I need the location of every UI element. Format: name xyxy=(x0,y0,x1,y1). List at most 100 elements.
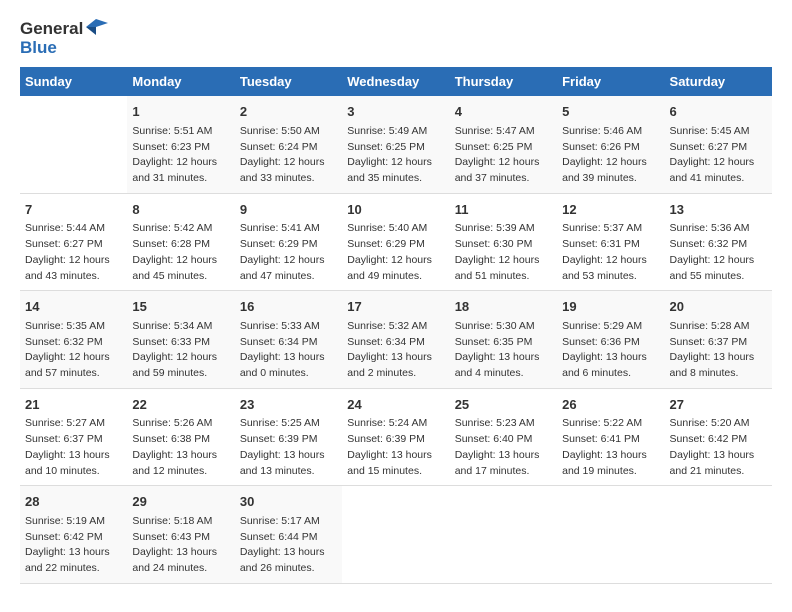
day-info-line: Sunset: 6:37 PM xyxy=(25,432,122,448)
day-info-line: Sunset: 6:30 PM xyxy=(455,237,552,253)
day-of-week-header: Saturday xyxy=(665,67,772,96)
calendar-day-cell: 17Sunrise: 5:32 AMSunset: 6:34 PMDayligh… xyxy=(342,291,449,389)
day-info-line: Daylight: 12 hours xyxy=(25,253,122,269)
calendar-day-cell: 26Sunrise: 5:22 AMSunset: 6:41 PMDayligh… xyxy=(557,388,664,486)
calendar-day-cell: 28Sunrise: 5:19 AMSunset: 6:42 PMDayligh… xyxy=(20,486,127,584)
logo: General Blue xyxy=(20,20,108,57)
calendar-day-cell: 27Sunrise: 5:20 AMSunset: 6:42 PMDayligh… xyxy=(665,388,772,486)
day-info-line: Sunset: 6:38 PM xyxy=(132,432,229,448)
day-info-line: Sunrise: 5:40 AM xyxy=(347,221,444,237)
calendar-day-cell: 12Sunrise: 5:37 AMSunset: 6:31 PMDayligh… xyxy=(557,193,664,291)
day-info-line: and 12 minutes. xyxy=(132,464,229,480)
day-info-line: Daylight: 13 hours xyxy=(670,350,767,366)
day-info-line: Sunrise: 5:37 AM xyxy=(562,221,659,237)
day-of-week-header: Monday xyxy=(127,67,234,96)
day-info-line: Sunrise: 5:34 AM xyxy=(132,319,229,335)
calendar-day-cell: 14Sunrise: 5:35 AMSunset: 6:32 PMDayligh… xyxy=(20,291,127,389)
days-of-week-row: SundayMondayTuesdayWednesdayThursdayFrid… xyxy=(20,67,772,96)
day-info-line: Sunset: 6:39 PM xyxy=(347,432,444,448)
calendar-day-cell: 22Sunrise: 5:26 AMSunset: 6:38 PMDayligh… xyxy=(127,388,234,486)
day-info-line: and 4 minutes. xyxy=(455,366,552,382)
day-info-line: Sunset: 6:41 PM xyxy=(562,432,659,448)
day-info-line: Sunrise: 5:29 AM xyxy=(562,319,659,335)
calendar-day-cell: 4Sunrise: 5:47 AMSunset: 6:25 PMDaylight… xyxy=(450,96,557,193)
calendar-day-cell: 16Sunrise: 5:33 AMSunset: 6:34 PMDayligh… xyxy=(235,291,342,389)
day-info-line: Sunset: 6:32 PM xyxy=(670,237,767,253)
day-info-line: and 0 minutes. xyxy=(240,366,337,382)
day-number: 12 xyxy=(562,200,659,220)
day-info-line: Sunrise: 5:42 AM xyxy=(132,221,229,237)
calendar-week-row: 21Sunrise: 5:27 AMSunset: 6:37 PMDayligh… xyxy=(20,388,772,486)
day-number: 3 xyxy=(347,102,444,122)
day-number: 26 xyxy=(562,395,659,415)
day-number: 7 xyxy=(25,200,122,220)
day-info-line: Sunrise: 5:51 AM xyxy=(132,124,229,140)
day-number: 22 xyxy=(132,395,229,415)
day-number: 5 xyxy=(562,102,659,122)
day-info-line: Sunrise: 5:32 AM xyxy=(347,319,444,335)
day-info-line: and 39 minutes. xyxy=(562,171,659,187)
day-info-line: and 10 minutes. xyxy=(25,464,122,480)
day-info-line: and 21 minutes. xyxy=(670,464,767,480)
calendar-day-cell: 19Sunrise: 5:29 AMSunset: 6:36 PMDayligh… xyxy=(557,291,664,389)
day-info-line: Sunrise: 5:49 AM xyxy=(347,124,444,140)
day-info-line: Sunset: 6:39 PM xyxy=(240,432,337,448)
day-info-line: and 53 minutes. xyxy=(562,269,659,285)
day-info-line: Sunrise: 5:26 AM xyxy=(132,416,229,432)
day-info-line: Sunset: 6:42 PM xyxy=(25,530,122,546)
day-info-line: Sunset: 6:25 PM xyxy=(347,140,444,156)
day-number: 14 xyxy=(25,297,122,317)
calendar-day-cell: 3Sunrise: 5:49 AMSunset: 6:25 PMDaylight… xyxy=(342,96,449,193)
day-info-line: Sunrise: 5:22 AM xyxy=(562,416,659,432)
day-info-line: Daylight: 13 hours xyxy=(132,448,229,464)
calendar-day-cell: 6Sunrise: 5:45 AMSunset: 6:27 PMDaylight… xyxy=(665,96,772,193)
day-info-line: Sunrise: 5:45 AM xyxy=(670,124,767,140)
day-info-line: and 59 minutes. xyxy=(132,366,229,382)
day-info-line: Daylight: 13 hours xyxy=(562,448,659,464)
calendar-day-cell: 1Sunrise: 5:51 AMSunset: 6:23 PMDaylight… xyxy=(127,96,234,193)
day-number: 13 xyxy=(670,200,767,220)
calendar-day-cell: 21Sunrise: 5:27 AMSunset: 6:37 PMDayligh… xyxy=(20,388,127,486)
day-info-line: and 22 minutes. xyxy=(25,561,122,577)
day-info-line: Daylight: 12 hours xyxy=(455,253,552,269)
day-number: 18 xyxy=(455,297,552,317)
day-info-line: Daylight: 12 hours xyxy=(670,253,767,269)
day-number: 4 xyxy=(455,102,552,122)
day-info-line: and 8 minutes. xyxy=(670,366,767,382)
calendar-body: 1 Sunrise: 5:51 AMSunset: 6:23 PM Daylight… xyxy=(20,96,772,583)
logo-general-text: General xyxy=(20,20,83,39)
day-number: 23 xyxy=(240,395,337,415)
day-info-line: Sunset: 6:40 PM xyxy=(455,432,552,448)
day-info-line: and 17 minutes. xyxy=(455,464,552,480)
calendar-day-cell: 9Sunrise: 5:41 AMSunset: 6:29 PMDaylight… xyxy=(235,193,342,291)
day-number: 15 xyxy=(132,297,229,317)
calendar-day-cell: 24Sunrise: 5:24 AMSunset: 6:39 PMDayligh… xyxy=(342,388,449,486)
day-number: 1 xyxy=(132,102,229,122)
day-info-line: Sunset: 6:25 PM xyxy=(455,140,552,156)
day-info-line: and 51 minutes. xyxy=(455,269,552,285)
day-info-line: Sunset: 6:23 PM xyxy=(132,140,229,156)
calendar-day-cell: 23Sunrise: 5:25 AMSunset: 6:39 PMDayligh… xyxy=(235,388,342,486)
day-info-line: and 2 minutes. xyxy=(347,366,444,382)
day-number: 10 xyxy=(347,200,444,220)
day-info-line: Sunset: 6:24 PM xyxy=(240,140,337,156)
day-info-line: Sunrise: 5:47 AM xyxy=(455,124,552,140)
day-info-line: Daylight: 13 hours xyxy=(240,350,337,366)
day-info-line: Daylight: 13 hours xyxy=(132,545,229,561)
day-info-line: and 37 minutes. xyxy=(455,171,552,187)
day-info-line: Sunrise: 5:25 AM xyxy=(240,416,337,432)
day-number: 9 xyxy=(240,200,337,220)
day-info-line: Sunrise: 5:35 AM xyxy=(25,319,122,335)
day-info-line: Sunset: 6:42 PM xyxy=(670,432,767,448)
logo-bird-icon xyxy=(86,19,108,35)
day-info-line: Sunset: 6:34 PM xyxy=(347,335,444,351)
day-info-line: Daylight: 13 hours xyxy=(240,545,337,561)
day-info-line: Daylight: 13 hours xyxy=(455,350,552,366)
day-of-week-header: Sunday xyxy=(20,67,127,96)
calendar-day-cell: 18Sunrise: 5:30 AMSunset: 6:35 PMDayligh… xyxy=(450,291,557,389)
day-info-line: Daylight: 12 hours xyxy=(132,350,229,366)
calendar-day-cell: 8Sunrise: 5:42 AMSunset: 6:28 PMDaylight… xyxy=(127,193,234,291)
logo-blue-text: Blue xyxy=(20,39,108,58)
day-number: 8 xyxy=(132,200,229,220)
day-info-line: Daylight: 12 hours xyxy=(240,155,337,171)
